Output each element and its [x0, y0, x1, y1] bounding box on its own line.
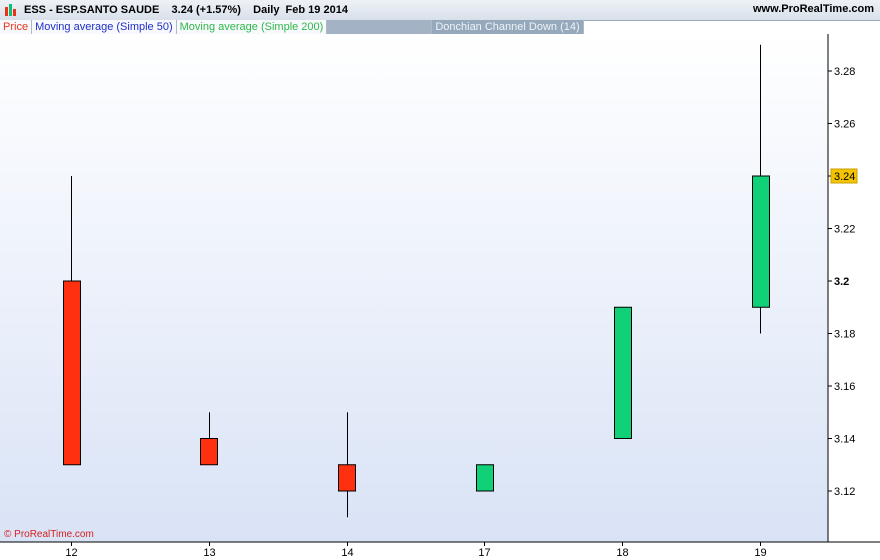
- candle-body-19[interactable]: [752, 175, 770, 308]
- y-tick-label: 3.14: [834, 434, 855, 446]
- candle-body-14[interactable]: [338, 464, 356, 492]
- legend-item-price[interactable]: Price: [0, 20, 33, 34]
- candle-body-12[interactable]: [63, 280, 81, 466]
- candlestick-icon: [4, 3, 18, 17]
- site-link[interactable]: www.ProRealTime.com: [753, 3, 874, 15]
- y-tick-label: 3.2: [834, 276, 849, 288]
- plot-area[interactable]: [0, 34, 828, 542]
- y-tick-label: 3.22: [834, 224, 855, 236]
- x-tick-label: 18: [616, 547, 628, 559]
- indicator-legend: Price Moving average (Simple 50) Moving …: [0, 20, 584, 34]
- y-tick-label: 3.24: [834, 171, 855, 183]
- x-tick-label: 12: [65, 547, 77, 559]
- x-tick-label: 17: [478, 547, 490, 559]
- y-axis-panel: [828, 34, 880, 542]
- y-tick-label: 3.18: [834, 329, 855, 341]
- candle-body-17[interactable]: [476, 464, 494, 492]
- legend-spacer: [327, 20, 433, 34]
- y-tick-label: 3.16: [834, 381, 855, 393]
- legend-item-donchian[interactable]: Donchian Channel Down (14): [432, 20, 584, 34]
- y-tick-label: 3.26: [834, 119, 855, 131]
- x-tick-label: 19: [754, 547, 766, 559]
- legend-item-ma50[interactable]: Moving average (Simple 50): [32, 20, 177, 34]
- y-tick-label: 3.28: [834, 66, 855, 78]
- x-tick-label: 13: [203, 547, 215, 559]
- watermark: © ProRealTime.com: [4, 529, 94, 540]
- y-tick-label: 3.12: [834, 486, 855, 498]
- candle-body-18[interactable]: [614, 306, 632, 439]
- candle-body-13[interactable]: [200, 438, 218, 466]
- title-bar: ESS - ESP.SANTO SAUDE 3.24 (+1.57%) Dail…: [0, 0, 880, 21]
- instrument-title: ESS - ESP.SANTO SAUDE 3.24 (+1.57%) Dail…: [24, 4, 348, 16]
- x-tick-label: 14: [341, 547, 353, 559]
- x-axis-ticks: 12 13 14 17 18 19: [65, 542, 767, 559]
- legend-item-ma200[interactable]: Moving average (Simple 200): [176, 20, 328, 34]
- price-chart: 3.12 3.14 3.16 3.18 3.2 3.22 3.24 3.26 3.28 12 13…: [0, 34, 880, 559]
